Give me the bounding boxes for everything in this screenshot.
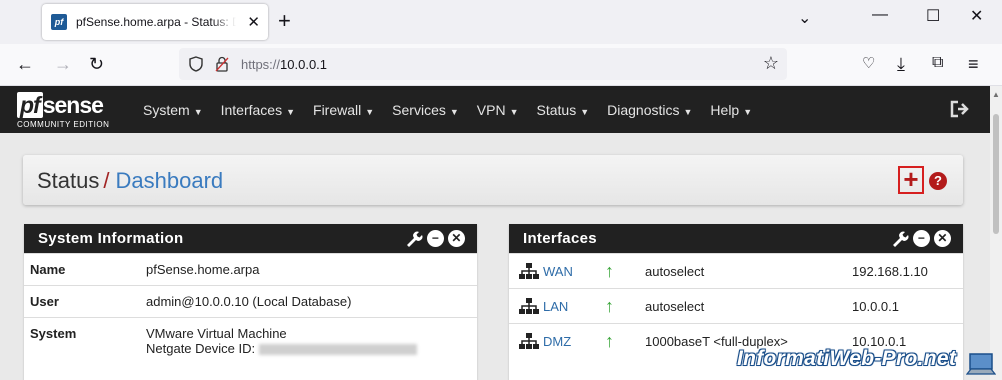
wrench-icon[interactable] — [890, 229, 909, 248]
wrench-icon[interactable] — [404, 229, 423, 248]
browser-tab-bar: pf pfSense.home.arpa - Status: Da ✕ + ⌄ … — [0, 0, 1002, 44]
network-icon — [519, 298, 539, 314]
close-widget-icon[interactable]: ✕ — [448, 230, 465, 247]
extensions-icon[interactable]: ⧉ — [932, 54, 943, 72]
interface-link[interactable]: LAN — [509, 298, 605, 314]
browser-tab[interactable]: pf pfSense.home.arpa - Status: Da ✕ — [42, 4, 268, 40]
caret-down-icon: ▼ — [193, 106, 203, 117]
back-icon[interactable]: ← — [16, 54, 34, 75]
breadcrumb-separator: / — [103, 168, 110, 193]
close-tab-icon[interactable]: ✕ — [247, 13, 260, 31]
widget-header: System Information − ✕ — [24, 224, 477, 253]
new-tab-icon[interactable]: + — [278, 10, 291, 32]
bookmark-star-icon[interactable]: ☆ — [763, 53, 779, 74]
row-key: Name — [24, 253, 140, 286]
system-information-widget: System Information − ✕ Name pfSense.home… — [24, 224, 477, 380]
maximize-icon[interactable]: ☐ — [926, 6, 940, 26]
netgate-device-id-label: Netgate Device ID: — [146, 341, 256, 356]
reload-icon[interactable]: ↻ — [89, 54, 104, 75]
minimize-widget-icon[interactable]: − — [427, 230, 444, 247]
status-up-icon: ↑ — [605, 295, 614, 316]
table-row: Name pfSense.home.arpa — [24, 253, 477, 286]
table-row: User admin@10.0.0.10 (Local Database) — [24, 285, 477, 318]
caret-down-icon: ▼ — [286, 106, 296, 117]
caret-down-icon: ▼ — [365, 106, 375, 117]
menu-status[interactable]: Status ▼ — [528, 102, 599, 118]
row-value: VMware Virtual Machine — [146, 326, 287, 341]
row-key: User — [24, 285, 140, 318]
breadcrumb-current[interactable]: Dashboard — [116, 168, 224, 193]
logo-edition: COMMUNITY EDITION — [17, 120, 110, 129]
window-close-icon[interactable]: ✕ — [970, 6, 983, 26]
table-row: LAN ↑ autoselect 10.0.0.1 — [509, 288, 963, 324]
caret-down-icon: ▼ — [743, 106, 753, 117]
tab-list-chevron-icon[interactable]: ⌄ — [798, 8, 811, 28]
menu-firewall[interactable]: Firewall ▼ — [304, 102, 383, 118]
menu-help[interactable]: Help ▼ — [701, 102, 761, 118]
computer-watermark-icon — [966, 353, 996, 375]
close-widget-icon[interactable]: ✕ — [934, 230, 951, 247]
logout-icon[interactable] — [950, 100, 970, 118]
table-row: WAN ↑ autoselect 192.168.1.10 — [509, 253, 963, 289]
minimize-icon[interactable]: — — [872, 6, 888, 24]
breadcrumb-parent[interactable]: Status — [37, 168, 99, 193]
row-value: admin@10.0.0.10 (Local Database) — [140, 285, 477, 318]
downloads-icon[interactable]: ⤓ — [897, 54, 905, 75]
status-up-icon: ↑ — [605, 330, 614, 351]
media: autoselect — [645, 288, 852, 324]
browser-navigation-bar: ← → ↻ https://10.0.0.1 ☆ ♡ ⤓ ⧉ ≡ — [0, 44, 1002, 86]
caret-down-icon: ▼ — [449, 106, 459, 117]
dashboard-page: Status / Dashboard + ? System Information … — [0, 133, 990, 380]
interfaces-table: WAN ↑ autoselect 192.168.1.10 LAN ↑ auto… — [509, 253, 963, 359]
add-widget-button[interactable]: + — [898, 166, 924, 194]
network-icon — [519, 333, 539, 350]
widget-title: System Information — [38, 230, 184, 247]
scroll-up-icon[interactable]: ▲ — [992, 90, 1000, 99]
media: autoselect — [645, 253, 852, 289]
status-up-icon: ↑ — [605, 260, 614, 281]
forward-icon[interactable]: → — [54, 54, 72, 75]
widget-title: Interfaces — [523, 230, 597, 247]
pocket-icon[interactable]: ♡ — [862, 54, 875, 72]
page-title: Status / Dashboard — [37, 168, 223, 194]
scrollbar-thumb[interactable] — [993, 114, 999, 234]
menu-system[interactable]: System ▼ — [134, 102, 212, 118]
minimize-widget-icon[interactable]: − — [913, 230, 930, 247]
menu-services[interactable]: Services ▼ — [383, 102, 468, 118]
tracking-shield-icon[interactable] — [189, 56, 203, 72]
breadcrumb: Status / Dashboard + ? — [23, 155, 963, 205]
widget-header: Interfaces − ✕ — [509, 224, 963, 253]
menu-hamburger-icon[interactable]: ≡ — [968, 54, 979, 75]
caret-down-icon: ▼ — [509, 106, 519, 117]
row-key: System — [24, 317, 140, 364]
page-scrollbar[interactable]: ▲ — [990, 86, 1002, 380]
pfsense-logo[interactable]: pf sense COMMUNITY EDITION — [17, 92, 109, 129]
row-value: pfSense.home.arpa — [140, 253, 477, 286]
url-bar[interactable]: https://10.0.0.1 ☆ — [179, 48, 787, 80]
network-icon — [519, 263, 539, 279]
lock-icon[interactable] — [215, 56, 229, 72]
watermark: InformatiWeb-Pro.net — [737, 347, 957, 370]
caret-down-icon: ▼ — [580, 106, 590, 117]
interface-link[interactable]: DMZ — [509, 333, 605, 350]
tab-title: pfSense.home.arpa - Status: Da — [76, 15, 236, 29]
pfsense-favicon-icon: pf — [51, 14, 67, 30]
menu-interfaces[interactable]: Interfaces ▼ — [212, 102, 304, 118]
interface-link[interactable]: WAN — [509, 263, 605, 279]
pfsense-navbar: pf sense COMMUNITY EDITION System ▼ Interf… — [0, 86, 990, 133]
ip-address: 10.0.0.1 — [852, 288, 963, 324]
help-icon[interactable]: ? — [929, 172, 947, 190]
system-info-table: Name pfSense.home.arpa User admin@10.0.0… — [24, 253, 477, 364]
ip-address: 192.168.1.10 — [852, 253, 963, 289]
url-text[interactable]: https://10.0.0.1 — [241, 57, 327, 72]
menu-diagnostics[interactable]: Diagnostics ▼ — [598, 102, 701, 118]
menu-vpn[interactable]: VPN ▼ — [468, 102, 528, 118]
caret-down-icon: ▼ — [683, 106, 693, 117]
main-menu: System ▼ Interfaces ▼ Firewall ▼ Services ▼ … — [134, 86, 761, 133]
table-row: System VMware Virtual Machine Netgate De… — [24, 317, 477, 364]
redacted-device-id — [259, 344, 418, 356]
